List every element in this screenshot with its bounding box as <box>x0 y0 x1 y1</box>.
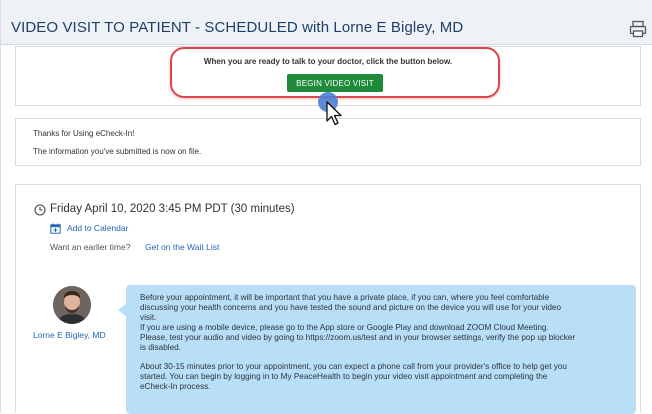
printer-icon[interactable] <box>629 20 647 38</box>
message-line: discussing your health concerns and you … <box>140 302 562 312</box>
page-title: VIDEO VISIT TO PATIENT - SCHEDULED with … <box>11 19 464 36</box>
message-line: About 30-15 minutes prior to your appoin… <box>140 362 567 372</box>
message-line: is disabled. <box>140 342 181 352</box>
thanks-message: Thanks for Using eCheck-In! <box>33 129 135 138</box>
mouse-pointer-icon <box>326 101 342 126</box>
message-line: eCheck-In process. <box>140 382 211 392</box>
earlier-time-prompt: Want an earlier time? <box>50 242 131 252</box>
clock-icon <box>34 204 46 216</box>
doctor-avatar <box>53 286 91 324</box>
calendar-icon[interactable] <box>50 223 61 234</box>
message-line: If you are using a mobile device, please… <box>140 322 549 332</box>
message-line: visit. <box>140 312 157 322</box>
page-header: VIDEO VISIT TO PATIENT - SCHEDULED with … <box>1 0 652 45</box>
add-to-calendar-link[interactable]: Add to Calendar <box>67 223 128 233</box>
message-line: started. You can begin by logging in to … <box>140 372 548 382</box>
message-line: Please, test your audio and video by goi… <box>140 332 576 342</box>
doctor-name: Lorne E Bigley, MD <box>33 330 106 340</box>
doctor-message-bubble: Before your appointment, it will be impo… <box>126 285 636 414</box>
appointment-datetime: Friday April 10, 2020 3:45 PM PDT (30 mi… <box>50 203 295 215</box>
doctor-message-text: Before your appointment, it will be impo… <box>140 293 626 392</box>
message-paragraph-gap <box>140 352 626 362</box>
message-line: Before your appointment, it will be impo… <box>140 293 550 302</box>
submitted-info-message: The information you've submitted is now … <box>33 147 202 156</box>
appointment-card: Friday April 10, 2020 3:45 PM PDT (30 mi… <box>15 184 641 414</box>
button-highlight-annotation <box>170 47 500 98</box>
wait-list-link[interactable]: Get on the Wait List <box>145 242 219 252</box>
video-visit-page: VIDEO VISIT TO PATIENT - SCHEDULED with … <box>0 0 652 414</box>
